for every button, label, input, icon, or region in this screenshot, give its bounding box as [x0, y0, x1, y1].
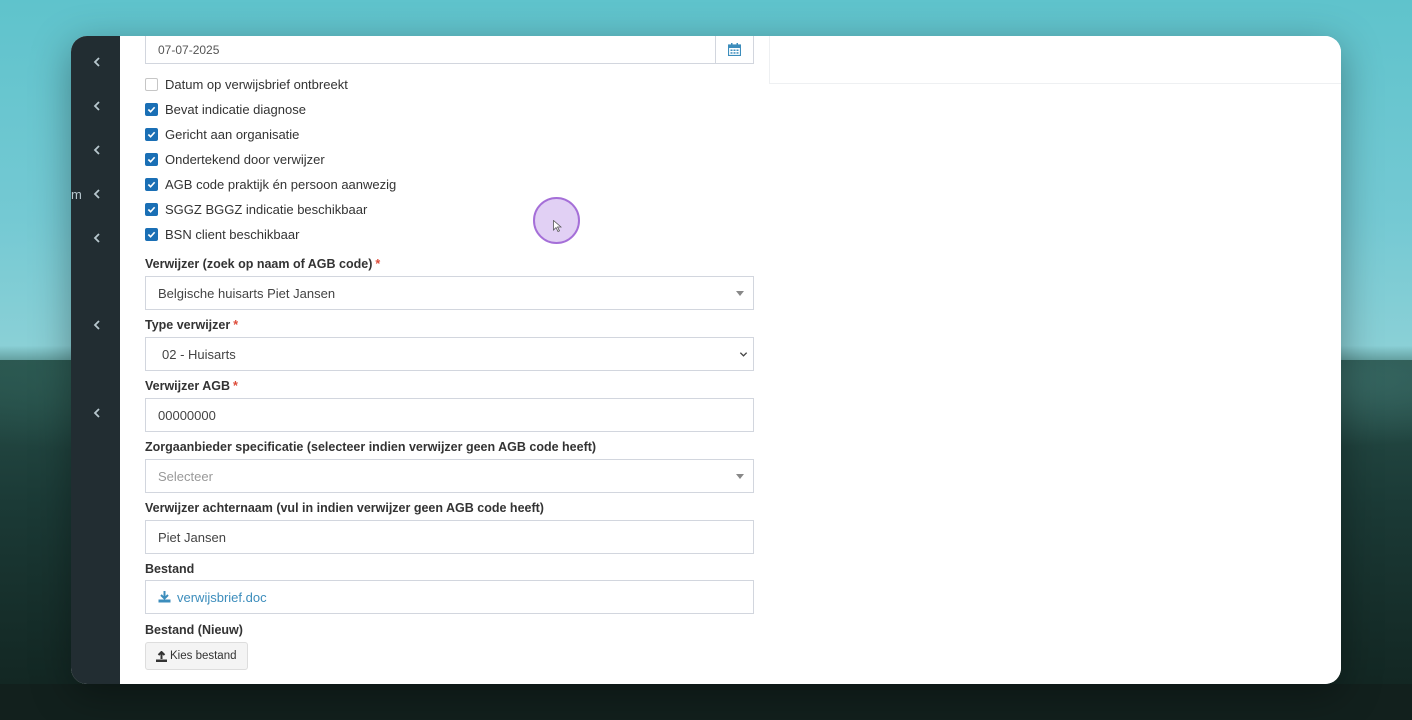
- achternaam-input[interactable]: Piet Jansen: [145, 520, 754, 554]
- achternaam-label: Verwijzer achternaam (vul in indien verw…: [145, 501, 544, 515]
- checkbox-sggz-bggz[interactable]: SGGZ BGGZ indicatie beschikbaar: [145, 200, 367, 218]
- checkbox-label: Datum op verwijsbrief ontbreekt: [165, 76, 348, 92]
- checkbox[interactable]: [145, 102, 158, 116]
- date-input[interactable]: 07-07-2025: [146, 36, 715, 63]
- chevron-left-icon[interactable]: [91, 407, 103, 419]
- checkbox-label: AGB code praktijk én persoon aanwezig: [165, 176, 397, 192]
- chevron-left-icon[interactable]: [91, 232, 103, 244]
- checkbox-gericht-organisatie[interactable]: Gericht aan organisatie: [145, 125, 299, 143]
- checkbox-label: Bevat indicatie diagnose: [165, 101, 306, 117]
- verwijzer-value: Belgische huisarts Piet Jansen: [158, 285, 336, 301]
- zorgaanbieder-label: Zorgaanbieder specificatie (selecteer in…: [145, 440, 597, 454]
- checkbox-label: BSN client beschikbaar: [165, 226, 300, 242]
- type-verwijzer-value: 02 - Huisarts: [162, 346, 236, 362]
- checkbox-agb-code[interactable]: AGB code praktijk én persoon aanwezig: [145, 175, 396, 193]
- calendar-button[interactable]: [715, 36, 753, 63]
- verwijzer-select[interactable]: Belgische huisarts Piet Jansen: [145, 276, 754, 310]
- type-verwijzer-select[interactable]: 02 - Huisarts: [145, 337, 754, 371]
- checkbox-bsn-client[interactable]: BSN client beschikbaar: [145, 225, 299, 243]
- chevron-down-icon: [739, 352, 748, 357]
- chevron-left-icon[interactable]: [91, 319, 103, 331]
- zorgaanbieder-select[interactable]: Selecteer: [145, 459, 754, 493]
- background-ground: [0, 684, 1412, 720]
- sidebar-letter: m: [71, 187, 82, 202]
- caret-down-icon: [736, 291, 744, 296]
- checkbox-label: Ondertekend door verwijzer: [165, 151, 325, 167]
- cursor-highlight: [533, 197, 580, 244]
- caret-down-icon: [736, 474, 744, 479]
- zorgaanbieder-placeholder: Selecteer: [158, 468, 213, 484]
- checkbox[interactable]: [145, 177, 158, 191]
- file-download-link[interactable]: verwijsbrief.doc: [158, 590, 267, 605]
- chevron-left-icon[interactable]: [91, 100, 103, 112]
- app-window: m 07-07-2025 Datum op verwijsbrief ontbr…: [71, 36, 1341, 684]
- verwijzer-agb-input[interactable]: 00000000: [145, 398, 754, 432]
- chevron-left-icon[interactable]: [91, 56, 103, 68]
- pointer-cursor-icon: [553, 220, 562, 232]
- checkbox-label: SGGZ BGGZ indicatie beschikbaar: [165, 201, 368, 217]
- checkbox[interactable]: [145, 202, 158, 216]
- choose-file-label: Kies bestand: [170, 650, 237, 662]
- file-name: verwijsbrief.doc: [177, 589, 267, 605]
- checkbox-datum-ontbreekt[interactable]: Datum op verwijsbrief ontbreekt: [145, 75, 348, 93]
- checkbox[interactable]: [145, 77, 158, 91]
- bestand-field: verwijsbrief.doc: [145, 580, 754, 614]
- achternaam-value: Piet Jansen: [158, 529, 226, 545]
- chevron-left-icon[interactable]: [91, 144, 103, 156]
- bestand-nieuw-label: Bestand (Nieuw): [145, 623, 243, 637]
- sidebar: m: [71, 36, 120, 684]
- verwijzer-agb-value: 00000000: [158, 407, 216, 423]
- chevron-left-icon[interactable]: [91, 188, 103, 200]
- main-content: 07-07-2025 Datum op verwijsbrief ontbree…: [120, 36, 1341, 684]
- type-verwijzer-label: Type verwijzer *: [145, 318, 239, 332]
- checkbox[interactable]: [145, 227, 158, 241]
- verwijzer-agb-label: Verwijzer AGB *: [145, 379, 238, 393]
- date-field: 07-07-2025: [145, 36, 754, 64]
- download-icon: [158, 591, 171, 603]
- bestand-label: Bestand: [145, 562, 195, 576]
- verwijzer-label: Verwijzer (zoek op naam of AGB code) *: [145, 257, 381, 271]
- upload-icon: [156, 650, 167, 662]
- checkbox-indicatie-diagnose[interactable]: Bevat indicatie diagnose: [145, 100, 306, 118]
- checkbox-ondertekend[interactable]: Ondertekend door verwijzer: [145, 150, 325, 168]
- right-panel: [769, 36, 1341, 84]
- checkbox-label: Gericht aan organisatie: [165, 126, 300, 142]
- checkbox[interactable]: [145, 152, 158, 166]
- calendar-icon: [728, 42, 741, 56]
- choose-file-button[interactable]: Kies bestand: [145, 642, 248, 670]
- checkbox[interactable]: [145, 127, 158, 141]
